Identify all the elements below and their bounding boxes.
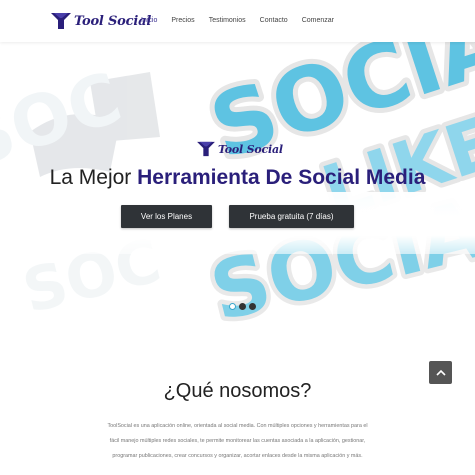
about-description: ToolSocial es una aplicación online, ori… — [100, 419, 375, 464]
hero-title: La Mejor Herramienta De Social Media — [0, 166, 475, 190]
hero-carousel: SOCIAL SOCIAL LIKE LIKE SOC SOCIAL SOCIA… — [0, 42, 475, 326]
hero-logo: Tool Social — [196, 138, 283, 160]
brand-logo[interactable]: Tool Social — [50, 10, 151, 32]
carousel-dot-1[interactable] — [229, 303, 236, 310]
hero-title-strong: Herramienta De Social Media — [137, 166, 426, 189]
main-nav: Inicio Precios Testimonios Contacto Come… — [141, 16, 348, 25]
scroll-to-top-button[interactable] — [429, 361, 452, 384]
about-line-3: programar publicaciones, crear concursos… — [112, 453, 363, 459]
view-plans-button[interactable]: Ver los Planes — [121, 205, 212, 228]
about-title: ¿Qué nosomos? — [163, 380, 312, 402]
nav-item-testimonios[interactable]: Testimonios — [209, 16, 246, 25]
funnel-logo-icon — [51, 13, 71, 29]
nav-item-contacto[interactable]: Contacto — [260, 16, 288, 25]
nav-item-comenzar[interactable]: Comenzar — [302, 16, 334, 25]
carousel-indicators — [229, 303, 259, 310]
nav-item-precios[interactable]: Precios — [171, 16, 194, 25]
free-trial-button[interactable]: Prueba gratuita (7 días) — [229, 205, 354, 228]
about-line-1: ToolSocial es una aplicación online, ori… — [107, 423, 368, 429]
hero-title-prefix: La Mejor — [49, 166, 138, 189]
chevron-up-icon — [435, 369, 446, 376]
brand-name: Tool Social — [74, 13, 152, 29]
carousel-dot-2[interactable] — [239, 303, 246, 310]
funnel-logo-icon — [197, 141, 215, 157]
about-line-2: fácil manejo múltiples redes sociales, t… — [109, 438, 366, 444]
nav-item-inicio[interactable]: Inicio — [141, 16, 157, 25]
carousel-dot-3[interactable] — [249, 303, 256, 310]
top-navbar: Tool Social Inicio Precios Testimonios C… — [0, 0, 475, 42]
hero-logo-text: Tool Social — [218, 142, 283, 156]
